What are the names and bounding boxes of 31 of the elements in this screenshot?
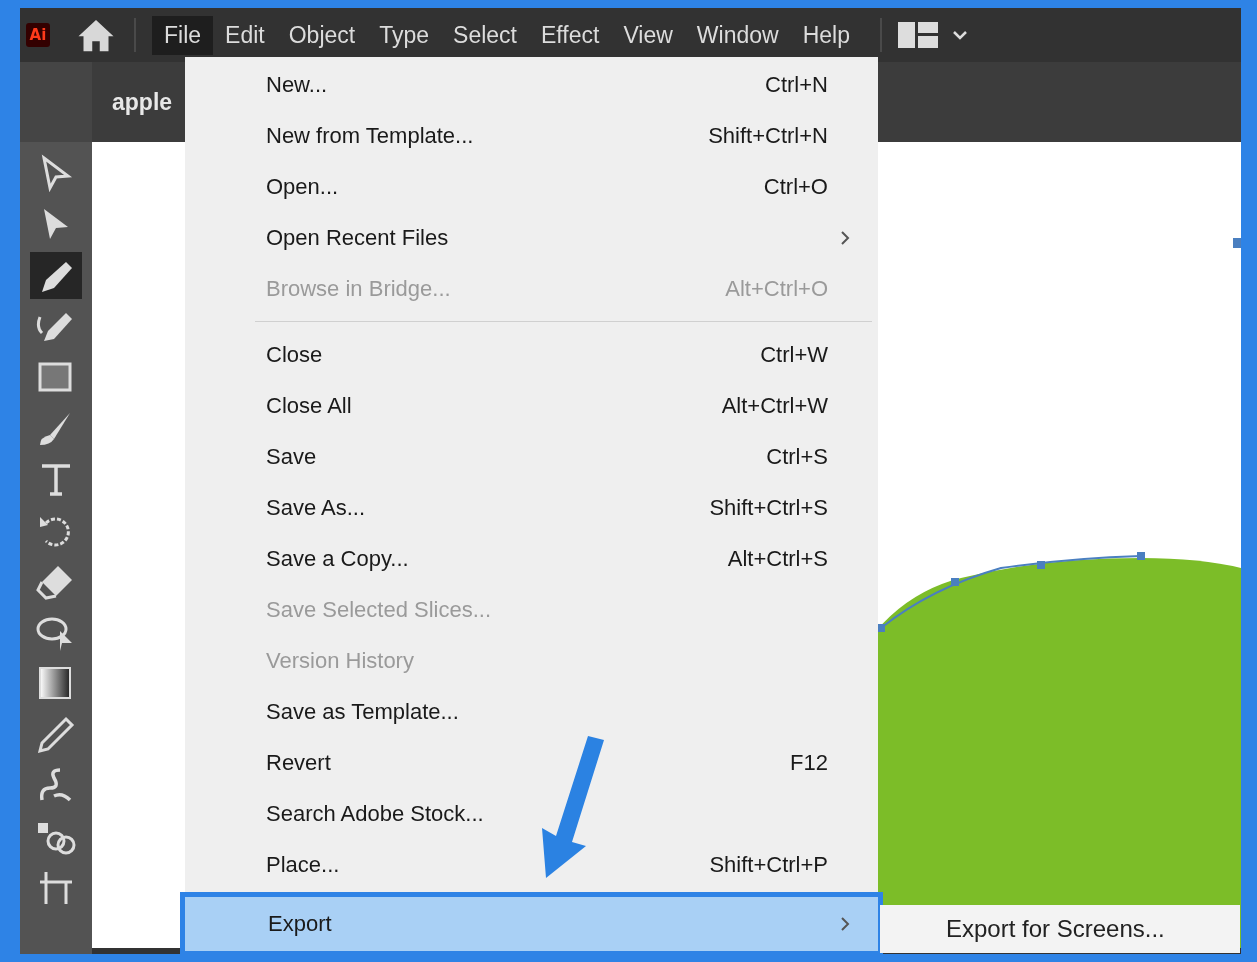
menu-item[interactable]: Type <box>367 15 442 55</box>
menu-entry[interactable]: Export for Screens... <box>946 915 1165 943</box>
document-tab[interactable]: apple <box>112 88 173 116</box>
menu-item[interactable]: File <box>152 15 214 55</box>
menu-entry[interactable]: Revert F12 <box>185 737 878 788</box>
menu-entry[interactable]: Save As... Shift+Ctrl+S <box>185 482 878 533</box>
menu-item[interactable]: Effect <box>529 15 612 55</box>
menu-entry[interactable]: Close All Alt+Ctrl+W <box>185 380 878 431</box>
menu-entry[interactable]: Open Recent Files <box>185 212 878 263</box>
menu-entry[interactable]: Open... Ctrl+O <box>185 161 878 212</box>
anchor-point <box>1233 238 1241 248</box>
menu-item[interactable]: Select <box>441 15 529 55</box>
menu-entry[interactable]: Export <box>180 892 883 956</box>
menu-entry[interactable]: Save Ctrl+S <box>185 431 878 482</box>
home-icon[interactable] <box>76 17 116 53</box>
menu-item[interactable]: Edit <box>213 15 277 55</box>
menu-item[interactable]: View <box>611 15 685 55</box>
menu-item[interactable]: Window <box>684 15 791 55</box>
app-logo: Ai <box>26 23 50 47</box>
chevron-down-icon[interactable] <box>951 30 968 40</box>
menu-item[interactable]: Object <box>276 15 368 55</box>
menu-item[interactable]: Help <box>790 15 862 55</box>
menu-entry[interactable]: Save a Copy... Alt+Ctrl+S <box>185 533 878 584</box>
menu-entry[interactable]: Close Ctrl+W <box>185 329 878 380</box>
menu-entry[interactable]: New... Ctrl+N <box>185 59 878 110</box>
menu-entry[interactable]: Save as Template... <box>185 686 878 737</box>
menu-entry[interactable]: Place... Shift+Ctrl+P <box>185 839 878 890</box>
tool-button[interactable] <box>30 252 82 299</box>
workspace-icon[interactable] <box>897 22 938 48</box>
menu-entry[interactable]: Search Adobe Stock... <box>185 788 878 839</box>
menu-entry[interactable]: New from Template... Shift+Ctrl+N <box>185 110 878 161</box>
